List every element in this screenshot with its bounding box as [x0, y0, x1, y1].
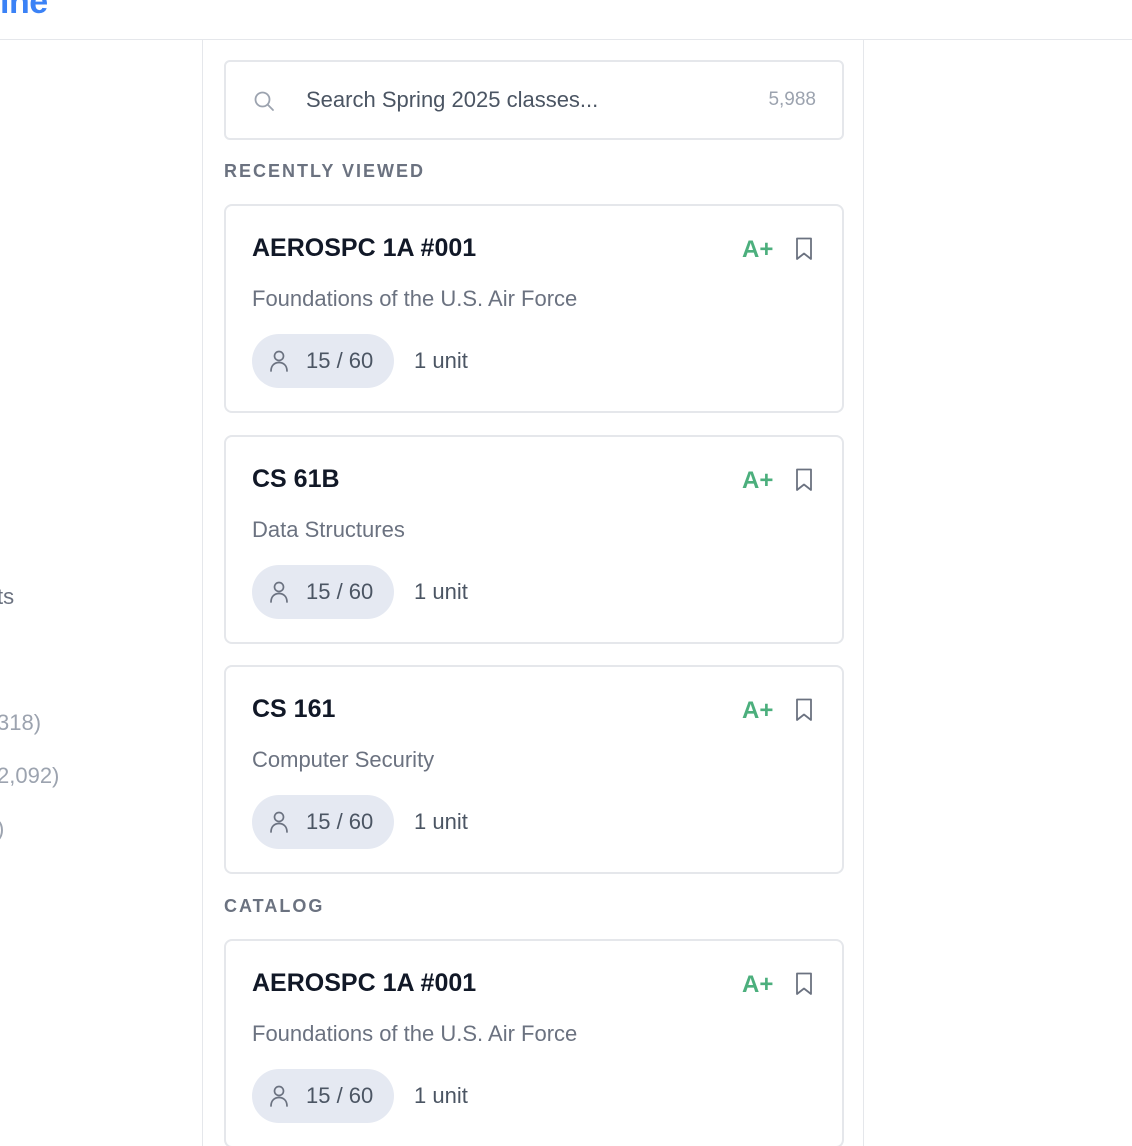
- class-card[interactable]: CS 61B A+ Data Structures 15 / 60 1 unit: [224, 435, 844, 644]
- enrollment-count: 15 / 60: [306, 348, 374, 373]
- grade-badge: A+: [742, 236, 774, 263]
- left-filter-panel: ts 318) 2,092) ): [0, 40, 202, 1146]
- enrollment-count: 15 / 60: [306, 1083, 374, 1108]
- grade-badge: A+: [742, 971, 774, 998]
- filter-label-fragment[interactable]: ts: [0, 584, 14, 610]
- course-title: Computer Security: [252, 747, 435, 772]
- grade-badge: A+: [742, 467, 774, 494]
- person-icon: [270, 581, 288, 603]
- class-search-box[interactable]: Search Spring 2025 classes... 5,988: [224, 60, 844, 140]
- filter-count-fragment[interactable]: 318): [0, 710, 41, 736]
- course-code: AEROSPC 1A #001: [252, 969, 477, 997]
- units-label: 1 unit: [414, 1083, 468, 1108]
- bookmark-icon[interactable]: [792, 467, 816, 493]
- person-icon: [270, 350, 288, 372]
- enrollment-pill: 15 / 60: [252, 334, 394, 388]
- course-title: Foundations of the U.S. Air Force: [252, 1021, 578, 1046]
- search-result-count: 5,988: [768, 89, 816, 110]
- top-bar: ine: [0, 0, 1132, 40]
- class-card[interactable]: AEROSPC 1A #001 A+ Foundations of the U.…: [224, 204, 844, 413]
- units-label: 1 unit: [414, 348, 468, 373]
- course-code: CS 61B: [252, 465, 340, 493]
- bookmark-icon[interactable]: [792, 971, 816, 997]
- catalog-heading: CATALOG: [224, 896, 325, 916]
- units-label: 1 unit: [414, 809, 468, 834]
- enrollment-pill: 15 / 60: [252, 565, 394, 619]
- recently-viewed-heading: RECENTLY VIEWED: [224, 161, 426, 181]
- enrollment-pill: 15 / 60: [252, 795, 394, 849]
- units-label: 1 unit: [414, 579, 468, 604]
- search-input[interactable]: Search Spring 2025 classes...: [306, 87, 598, 113]
- person-icon: [270, 811, 288, 833]
- enrollment-count: 15 / 60: [306, 809, 374, 834]
- course-title: Data Structures: [252, 517, 405, 542]
- filter-count-fragment[interactable]: 2,092): [0, 763, 59, 789]
- class-card[interactable]: CS 161 A+ Computer Security 15 / 60 1 un…: [224, 665, 844, 874]
- course-code: AEROSPC 1A #001: [252, 234, 477, 262]
- enrollment-pill: 15 / 60: [252, 1069, 394, 1123]
- bookmark-icon[interactable]: [792, 697, 816, 723]
- app-brand[interactable]: ine: [0, 0, 48, 22]
- filter-count-fragment[interactable]: ): [0, 816, 4, 842]
- course-title: Foundations of the U.S. Air Force: [252, 286, 578, 311]
- course-code: CS 161: [252, 695, 336, 723]
- enrollment-count: 15 / 60: [306, 579, 374, 604]
- bookmark-icon[interactable]: [792, 236, 816, 262]
- class-list-panel: Search Spring 2025 classes... 5,988 RECE…: [202, 40, 864, 1146]
- person-icon: [270, 1085, 288, 1107]
- grade-badge: A+: [742, 697, 774, 724]
- class-card[interactable]: AEROSPC 1A #001 A+ Foundations of the U.…: [224, 939, 844, 1146]
- search-icon: [254, 91, 274, 111]
